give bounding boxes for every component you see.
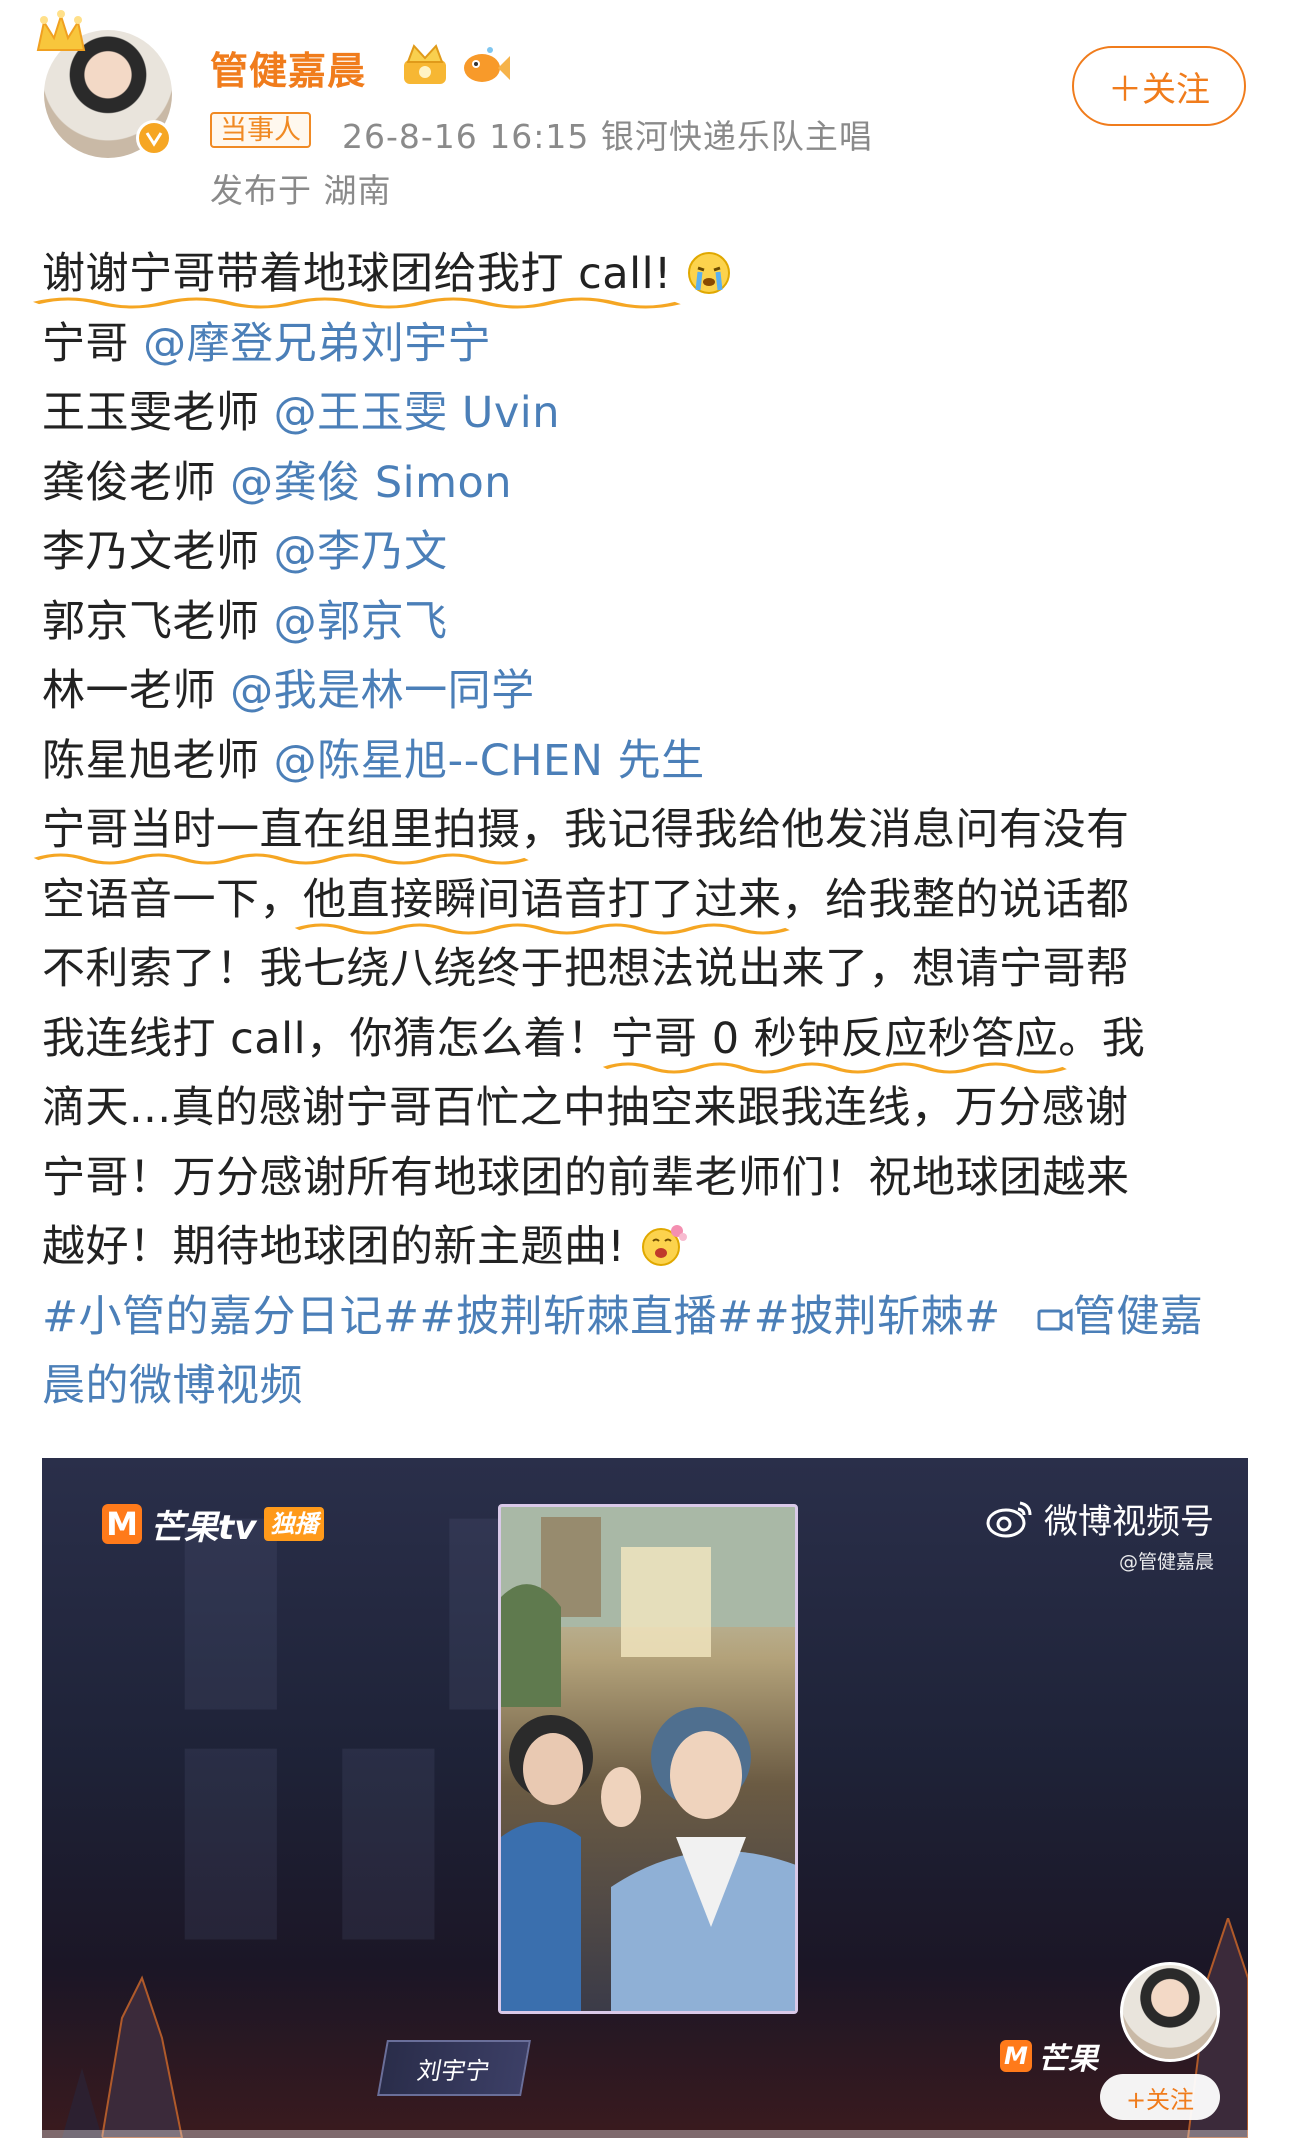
post-text: 。我	[1058, 1013, 1146, 1064]
platform-name: 芒果tv	[150, 1507, 257, 1548]
post-text: 宁哥当时一直在组里拍摄	[42, 805, 521, 855]
post-text: 宁哥！万分感谢所有地球团的前辈老师们！祝地球团越来	[42, 1152, 1130, 1203]
role-tag: 当事人	[210, 112, 311, 148]
topic-hashtags[interactable]: #小管的嘉分日记##披荆斩棘直播##披荆斩棘#	[42, 1292, 1001, 1342]
fish-badge-icon	[464, 47, 510, 82]
post-text: 龚俊老师	[42, 457, 231, 508]
highlighted-text: 宁哥当时一直在组里拍摄	[33, 805, 529, 865]
flower-face-emoji-icon	[642, 1225, 688, 1266]
corner-logo-text: 芒果	[1038, 2042, 1098, 2077]
post-text: ，我记得我给他发消息问有没有	[520, 805, 1130, 855]
post-line: 越好！期待地球团的新主题曲!	[42, 1213, 1252, 1283]
post-line: 滴天...真的感谢宁哥百忙之中抽空来跟我连线，万分感谢	[42, 1074, 1252, 1144]
mention-link[interactable]: @王玉雯 Uvin	[274, 388, 560, 438]
post-line: 不利索了！我七绕八绕终于把想法说出来了，想请宁哥帮	[42, 935, 1252, 1005]
mention-link[interactable]: @李乃文	[274, 527, 448, 577]
highlighted-text: 谢谢宁哥带着地球团给我打 call!	[32, 249, 681, 309]
corner-mango-logo: M 芒果	[1000, 2034, 1098, 2078]
video-progress-bar[interactable]	[42, 2130, 1248, 2138]
exclusive-badge: 独播	[264, 1507, 325, 1541]
crown-icon	[36, 10, 86, 51]
follow-button[interactable]: ＋关注	[1072, 46, 1246, 126]
post-line: 宁哥当时一直在组里拍摄 ，我记得我给他发消息问有没有	[33, 796, 1252, 866]
mention-link[interactable]: @我是林一同学	[230, 666, 535, 716]
corner-avatar[interactable]	[1120, 1962, 1220, 2062]
post-text: 郭京飞老师	[42, 596, 274, 647]
post-meta: 26-8-16 16:15 银河快递乐队主唱	[342, 117, 873, 156]
post-text: 我连线打 call，你猜怎么着！	[42, 1013, 611, 1064]
mango-m-icon: M	[102, 1504, 142, 1544]
watermark-handle: @管健嘉晨	[1118, 1551, 1214, 1573]
post-text: 宁哥 0 秒钟反应秒答应	[610, 1013, 1059, 1064]
post-text: 不利索了！我七绕八绕终于把想法说出来了，想请宁哥帮	[42, 944, 1130, 994]
video-link[interactable]: 管健嘉	[1037, 1292, 1204, 1342]
video-link-text[interactable]: 晨的微博视频	[42, 1361, 303, 1411]
post-text: 王玉雯老师	[42, 388, 274, 438]
post-line: #小管的嘉分日记##披荆斩棘直播##披荆斩棘# 管健嘉	[42, 1283, 1252, 1353]
post-line: 陈星旭老师 @陈星旭--CHEN 先生	[42, 727, 1252, 797]
post-text: 他直接瞬间语音打了过来	[303, 874, 782, 925]
post-line: 龚俊老师 @龚俊 Simon	[42, 449, 1252, 519]
crying-emoji-icon	[687, 252, 730, 294]
post-line: 宁哥！万分感谢所有地球团的前辈老师们！祝地球团越来	[42, 1144, 1252, 1214]
mention-link[interactable]: @陈星旭--CHEN 先生	[274, 736, 705, 786]
mention-link[interactable]: @郭京飞	[274, 597, 448, 647]
author-avatar[interactable]	[36, 10, 172, 158]
post-text: 林一老师	[42, 666, 231, 716]
post-line: 晨的微博视频	[42, 1352, 1252, 1422]
post-text: 越好！期待地球团的新主题曲!	[42, 1222, 626, 1272]
guest-name-plate: 刘宇宁	[377, 2040, 531, 2096]
highlighted-text: 他直接瞬间语音打了过来	[294, 874, 790, 934]
crystal-decoration-left	[62, 1975, 184, 2138]
post-line: 谢谢宁哥带着地球团给我打 call!	[32, 240, 1252, 310]
mention-link[interactable]: @龚俊 Simon	[230, 458, 512, 508]
mention-link[interactable]: @摩登兄弟刘宇宁	[143, 319, 491, 369]
post-line: 李乃文老师 @李乃文	[42, 518, 1252, 588]
post-location: 发布于 湖南	[210, 171, 392, 210]
post-text: 空语音一下，	[42, 874, 303, 925]
mango-m-icon: M	[1000, 2040, 1032, 2072]
video-call-frame	[498, 1504, 798, 2014]
post-line: 空语音一下，他直接瞬间语音打了过来 ，给我整的说话都	[42, 866, 1252, 936]
highlighted-text: 宁哥 0 秒钟反应秒答应	[602, 1013, 1067, 1073]
video-player[interactable]: ▮ ▮▮ ▮▮ M 芒果tv 独播 微博视频号 @管健嘉晨 刘宇宁 M 芒果 +…	[42, 1458, 1248, 2138]
vip-crown-badge-icon	[404, 44, 446, 84]
post-text: 李乃文老师	[42, 527, 274, 577]
post-line: 郭京飞老师 @郭京飞	[42, 588, 1252, 658]
video-scene	[501, 1507, 795, 2011]
video-camera-icon	[1037, 1307, 1073, 1332]
watermark-label: 微博视频号	[1044, 1502, 1214, 1542]
post-text: 滴天...真的感谢宁哥百忙之中抽空来跟我连线，万分感谢	[42, 1083, 1129, 1133]
post-text: 陈星旭老师	[42, 735, 274, 786]
weibo-logo-icon	[986, 1501, 1032, 1537]
post-line: 宁哥 @摩登兄弟刘宇宁	[42, 310, 1252, 380]
post-text: 谢谢宁哥带着地球团给我打 call!	[42, 249, 672, 299]
mango-tv-logo: M 芒果tv 独播	[102, 1502, 325, 1548]
post-line: 我连线打 call，你猜怎么着！宁哥 0 秒钟反应秒答应 。我	[42, 1005, 1252, 1075]
video-link-text[interactable]: 管健嘉	[1073, 1292, 1204, 1342]
post-text: 宁哥	[42, 318, 144, 369]
corner-follow-button[interactable]: +关注	[1100, 2074, 1220, 2120]
post-line: 王玉雯老师 @王玉雯 Uvin	[42, 379, 1252, 449]
username[interactable]: 管健嘉晨	[210, 40, 366, 95]
weibo-watermark: 微博视频号 @管健嘉晨	[986, 1494, 1214, 1574]
verified-icon	[136, 120, 172, 156]
post-body: 谢谢宁哥带着地球团给我打 call! 宁哥 @摩登兄弟刘宇宁 王玉雯老师 @王玉…	[32, 240, 1252, 1422]
post-text: ，给我整的说话都	[781, 874, 1130, 925]
post-line: 林一老师 @我是林一同学	[42, 657, 1252, 727]
